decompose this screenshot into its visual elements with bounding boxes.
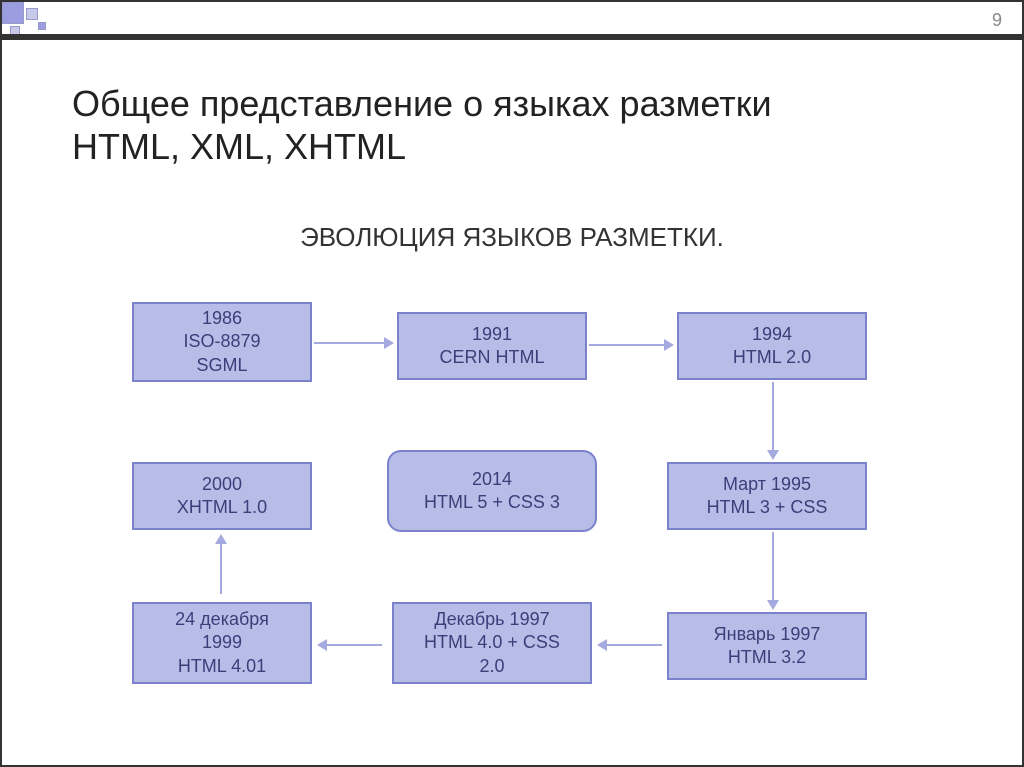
box-html32-date: Январь 1997 xyxy=(714,623,821,646)
box-cern-year: 1991 xyxy=(472,323,512,346)
box-xhtml: 2000 XHTML 1.0 xyxy=(132,462,312,530)
box-html3css: Март 1995 HTML 3 + CSS xyxy=(667,462,867,530)
box-html2-year: 1994 xyxy=(752,323,792,346)
box-html401-date2: 1999 xyxy=(202,631,242,654)
arrow-b1-b2 xyxy=(314,342,384,344)
arrow-b8-b7 xyxy=(327,644,382,646)
box-html5-name: HTML 5 + CSS 3 xyxy=(424,491,560,514)
box-cern-name: CERN HTML xyxy=(439,346,544,369)
box-html40css2-name2: 2.0 xyxy=(479,655,504,678)
page-number: 9 xyxy=(992,10,1002,31)
arrow-b6-b9 xyxy=(772,532,774,600)
box-html401-name: HTML 4.01 xyxy=(178,655,266,678)
box-html40css2-name1: HTML 4.0 + CSS xyxy=(424,631,560,654)
box-html401-date1: 24 декабря xyxy=(175,608,269,631)
evolution-diagram: 1986 ISO-8879 SGML 1991 CERN HTML 1994 H… xyxy=(2,282,1022,765)
box-xhtml-name: XHTML 1.0 xyxy=(177,496,267,519)
top-bar xyxy=(2,34,1022,40)
box-html2: 1994 HTML 2.0 xyxy=(677,312,867,380)
title-line1: Общее представление о языках разметки xyxy=(72,83,772,124)
box-html2-name: HTML 2.0 xyxy=(733,346,811,369)
box-html32: Январь 1997 HTML 3.2 xyxy=(667,612,867,680)
box-html401: 24 декабря 1999 HTML 4.01 xyxy=(132,602,312,684)
box-sgml: 1986 ISO-8879 SGML xyxy=(132,302,312,382)
box-html3css-name: HTML 3 + CSS xyxy=(707,496,828,519)
arrow-b7-b4 xyxy=(220,544,222,594)
box-html40css2-date: Декабрь 1997 xyxy=(434,608,549,631)
box-sgml-iso: ISO-8879 xyxy=(183,330,260,353)
box-cern: 1991 CERN HTML xyxy=(397,312,587,380)
box-html5-year: 2014 xyxy=(472,468,512,491)
slide-title: Общее представление о языках разметки HT… xyxy=(72,82,772,168)
arrow-b3-b6 xyxy=(772,382,774,450)
box-html40css2: Декабрь 1997 HTML 4.0 + CSS 2.0 xyxy=(392,602,592,684)
slide-subtitle: ЭВОЛЮЦИЯ ЯЗЫКОВ РАЗМЕТКИ. xyxy=(2,222,1022,253)
box-sgml-year: 1986 xyxy=(202,307,242,330)
box-sgml-name: SGML xyxy=(196,354,247,377)
arrow-b9-b8 xyxy=(607,644,662,646)
box-html32-name: HTML 3.2 xyxy=(728,646,806,669)
arrow-b2-b3 xyxy=(589,344,664,346)
box-xhtml-year: 2000 xyxy=(202,473,242,496)
box-html3css-date: Март 1995 xyxy=(723,473,811,496)
box-html5: 2014 HTML 5 + CSS 3 xyxy=(387,450,597,532)
title-line2: HTML, XML, XHTML xyxy=(72,126,406,167)
